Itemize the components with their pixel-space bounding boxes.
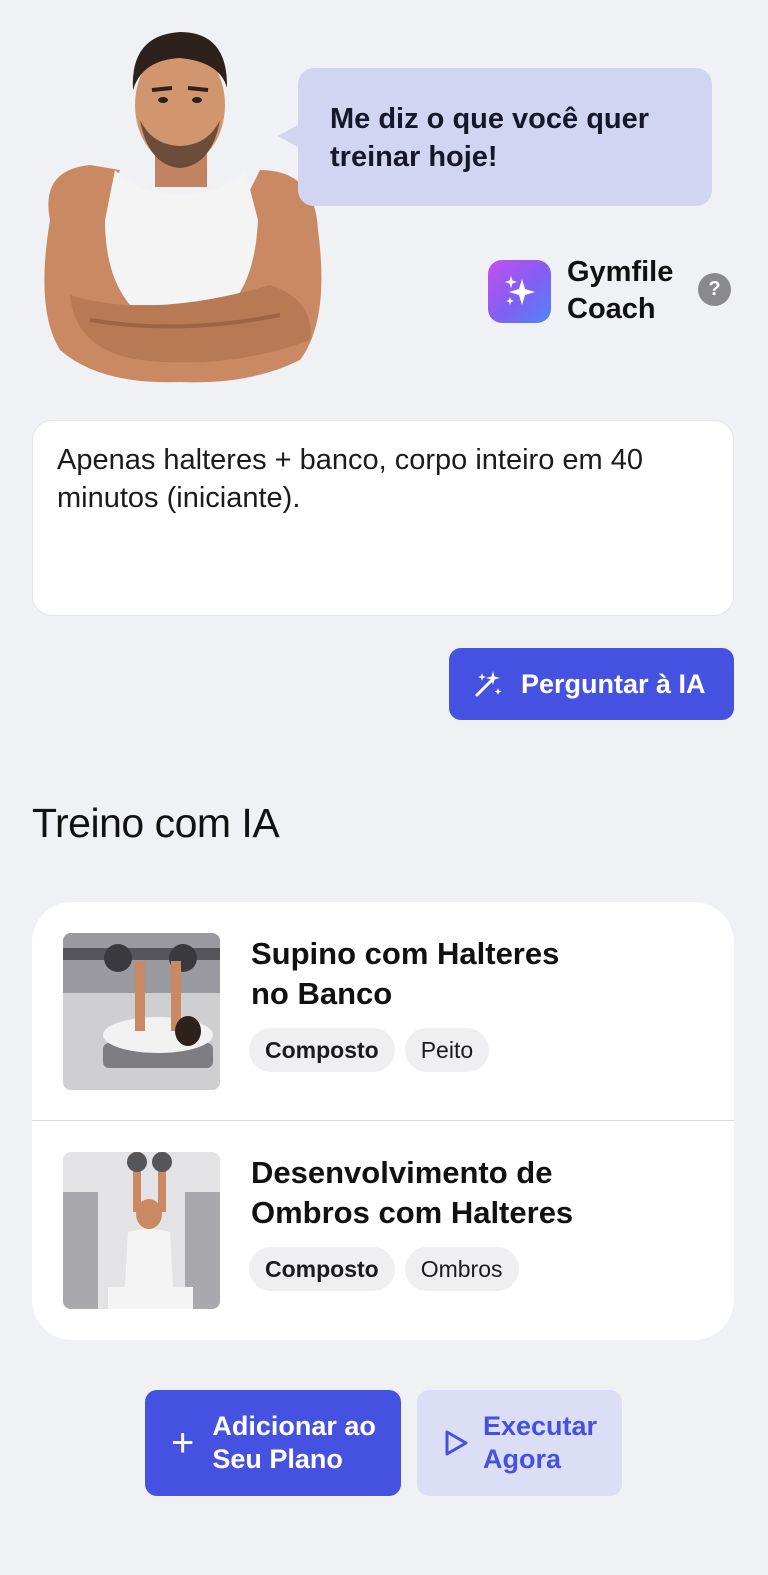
exercise-tags: Composto Peito: [249, 1028, 490, 1072]
exercise-tags: Composto Ombros: [249, 1247, 519, 1291]
exercise-item[interactable]: Desenvolvimento de Ombros com Halteres C…: [32, 1121, 734, 1340]
prompt-input-text: Apenas halteres + banco, corpo inteiro e…: [57, 444, 644, 514]
add-to-plan-label: Adicionar ao Seu Plano: [212, 1411, 376, 1474]
coach-name: Gymfile Coach: [567, 256, 674, 325]
help-icon[interactable]: ?: [698, 273, 731, 306]
play-icon: [445, 1430, 468, 1456]
tag-muscle: Peito: [404, 1028, 490, 1072]
tag-type: Composto: [249, 1028, 395, 1072]
exercise-title: Supino com Halteres no Banco: [251, 936, 560, 1011]
coach-speech-bubble: Me diz o que você quer treinar hoje!: [278, 68, 712, 206]
ask-ai-button[interactable]: Perguntar à IA: [449, 648, 734, 720]
exercise-title: Desenvolvimento de Ombros com Halteres: [251, 1155, 574, 1230]
exercise-thumbnail: [63, 933, 220, 1090]
exercise-item[interactable]: Supino com Halteres no Banco Composto Pe…: [32, 902, 734, 1121]
tag-type: Composto: [249, 1247, 395, 1291]
run-now-label: Executar Agora: [483, 1411, 598, 1474]
prompt-input[interactable]: Apenas halteres + banco, corpo inteiro e…: [32, 420, 734, 616]
run-now-button[interactable]: Executar Agora: [417, 1390, 622, 1496]
ask-ai-label: Perguntar à IA: [521, 668, 706, 699]
coach-avatar: [30, 20, 330, 390]
magic-wand-icon: [475, 671, 502, 697]
coach-badge: Gymfile Coach: [488, 256, 673, 325]
speech-bubble-text: Me diz o que você quer treinar hoje!: [330, 103, 650, 173]
tag-muscle: Ombros: [404, 1247, 519, 1291]
sparkles-icon: [488, 259, 551, 323]
section-title: Treino com IA: [32, 800, 280, 846]
exercise-thumbnail: [63, 1152, 220, 1309]
plus-icon: +: [171, 1421, 195, 1465]
add-to-plan-button[interactable]: + Adicionar ao Seu Plano: [145, 1390, 401, 1496]
workout-card: Supino com Halteres no Banco Composto Pe…: [32, 902, 734, 1340]
